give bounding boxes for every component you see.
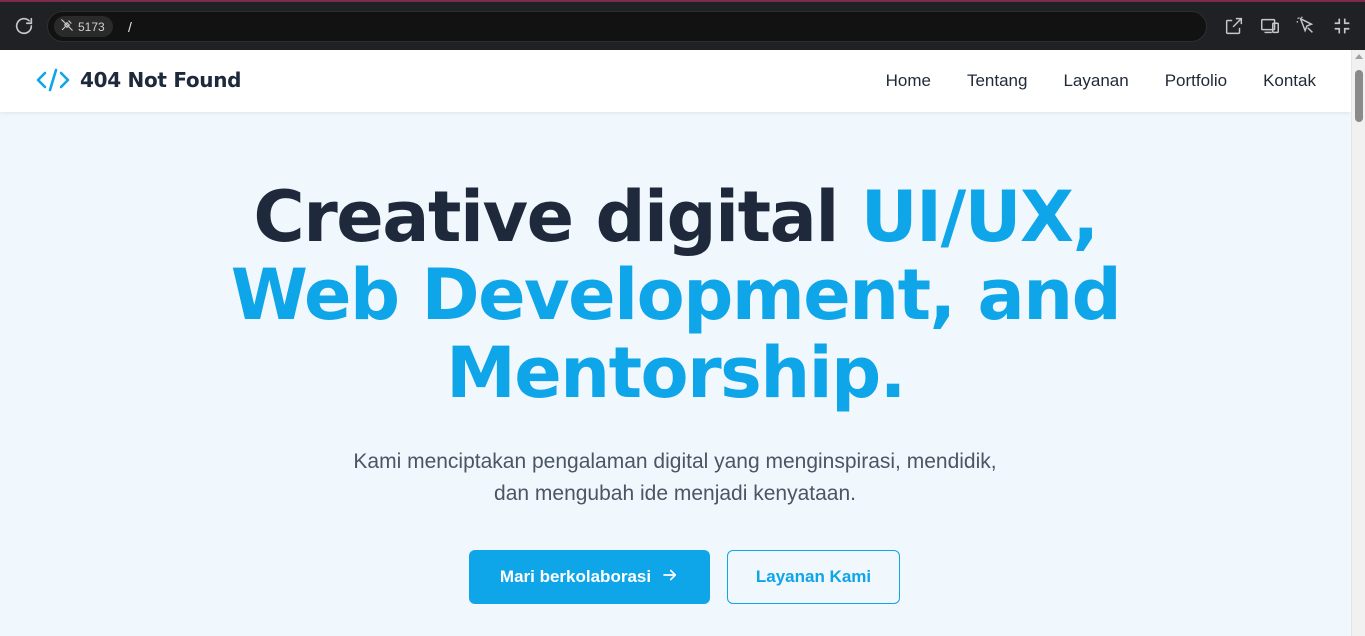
headline-highlight-1: UI/UX, bbox=[860, 176, 1099, 258]
collaborate-button[interactable]: Mari berkolaborasi bbox=[469, 550, 710, 604]
subtitle-line-2: dan mengubah ide menjadi kenyataan. bbox=[494, 482, 856, 505]
nav-link-layanan[interactable]: Layanan bbox=[1063, 71, 1128, 91]
hero-section: Creative digital UI/UX, Web Development,… bbox=[0, 112, 1351, 636]
select-element-icon[interactable] bbox=[1295, 15, 1317, 37]
nav-link-kontak[interactable]: Kontak bbox=[1263, 71, 1316, 91]
brand-name: 404 Not Found bbox=[80, 68, 242, 92]
headline-highlight-2: Web Development, and bbox=[230, 254, 1122, 336]
nav-link-home[interactable]: Home bbox=[886, 71, 931, 91]
hero-subtitle: Kami menciptakan pengalaman digital yang… bbox=[275, 446, 1075, 510]
page-scrollbar[interactable] bbox=[1351, 50, 1365, 636]
open-external-icon[interactable] bbox=[1223, 15, 1245, 37]
main-nav: Home Tentang Layanan Portfolio Kontak bbox=[886, 71, 1316, 91]
hero-headline: Creative digital UI/UX, Web Development,… bbox=[0, 178, 1351, 412]
plug-icon bbox=[60, 18, 74, 35]
headline-highlight-3: Mentorship. bbox=[446, 332, 906, 414]
navbar: 404 Not Found Home Tentang Layanan Portf… bbox=[0, 50, 1351, 112]
brand[interactable]: 404 Not Found bbox=[36, 67, 242, 93]
page-viewport: 404 Not Found Home Tentang Layanan Portf… bbox=[0, 50, 1365, 636]
scrollbar-thumb[interactable] bbox=[1355, 70, 1363, 122]
hero-buttons: Mari berkolaborasi Layanan Kami bbox=[0, 550, 1351, 604]
url-path[interactable]: / bbox=[128, 19, 132, 35]
scroll-up-arrow[interactable] bbox=[1355, 54, 1363, 59]
nav-link-portfolio[interactable]: Portfolio bbox=[1165, 71, 1227, 91]
port-chip[interactable]: 5173 bbox=[54, 16, 113, 37]
address-bar[interactable]: 5173 / bbox=[47, 11, 1207, 42]
nav-link-tentang[interactable]: Tentang bbox=[967, 71, 1028, 91]
headline-dark-text: Creative digital bbox=[253, 176, 861, 258]
code-brackets-icon bbox=[36, 67, 70, 93]
browser-toolbar: 5173 / bbox=[0, 0, 1365, 50]
reload-icon[interactable] bbox=[13, 15, 35, 37]
devices-icon[interactable] bbox=[1259, 15, 1281, 37]
subtitle-line-1: Kami menciptakan pengalaman digital yang… bbox=[353, 450, 997, 473]
services-button[interactable]: Layanan Kami bbox=[727, 550, 900, 604]
arrow-right-icon bbox=[661, 566, 679, 589]
port-label: 5173 bbox=[78, 19, 105, 34]
collapse-icon[interactable] bbox=[1331, 15, 1353, 37]
collaborate-button-label: Mari berkolaborasi bbox=[499, 567, 652, 586]
